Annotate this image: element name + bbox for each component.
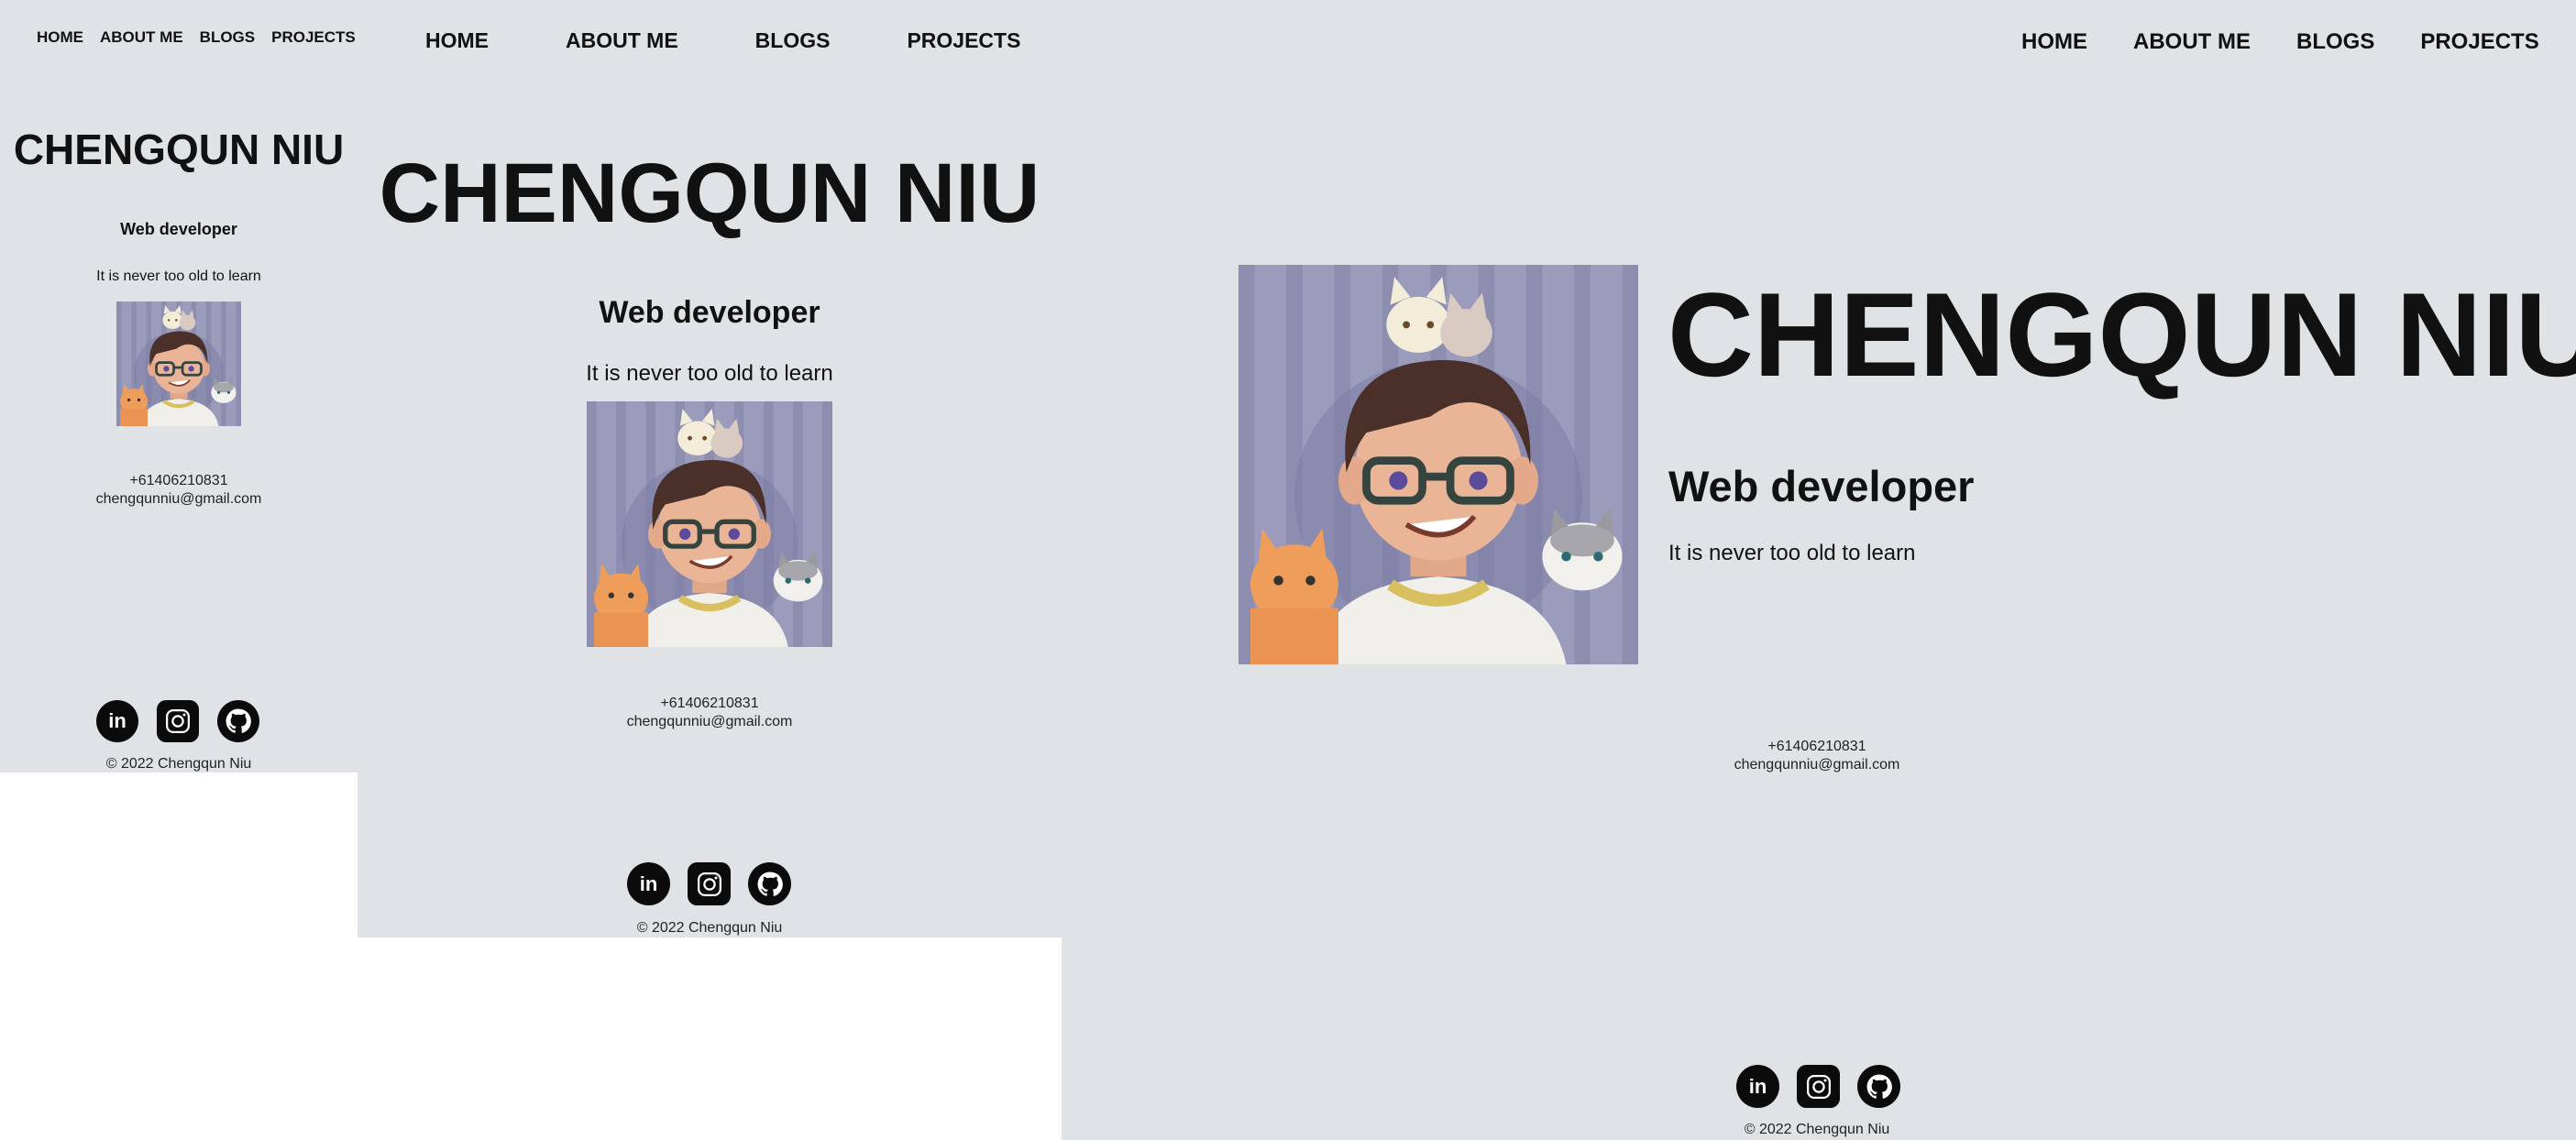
- footer-copyright: © 2022 Chengqun Niu: [105, 756, 252, 772]
- main-nav: HOME ABOUT ME BLOGS PROJECTS: [2021, 29, 2539, 55]
- email-address[interactable]: chengqunniu@gmail.com: [358, 713, 1062, 731]
- profile-name: CHENGQUN NIU: [1668, 268, 2576, 401]
- instagram-icon[interactable]: [688, 862, 731, 905]
- linkedin-icon[interactable]: in: [1736, 1065, 1779, 1108]
- linkedin-icon[interactable]: in: [627, 862, 670, 905]
- nav-blogs[interactable]: BLOGS: [200, 28, 255, 47]
- instagram-icon[interactable]: [157, 700, 199, 742]
- profile-role: Web developer: [599, 295, 820, 330]
- nav-blogs[interactable]: BLOGS: [2296, 29, 2374, 55]
- mobile-view: HOME ABOUT ME BLOGS PROJECTS CHENGQUN NI…: [0, 0, 358, 773]
- github-icon[interactable]: [748, 862, 791, 905]
- linkedin-label: in: [108, 709, 127, 732]
- main-nav: HOME ABOUT ME BLOGS PROJECTS: [37, 28, 356, 47]
- contact-info: +61406210831 chengqunniu@gmail.com: [1588, 738, 2046, 774]
- github-icon[interactable]: [1857, 1065, 1900, 1108]
- tablet-view: HOME ABOUT ME BLOGS PROJECTS CHENGQUN NI…: [358, 0, 1062, 937]
- avatar: [116, 301, 241, 426]
- email-address[interactable]: chengqunniu@gmail.com: [1588, 756, 2046, 774]
- avatar: [587, 401, 832, 647]
- contact-info: +61406210831 chengqunniu@gmail.com: [0, 472, 358, 509]
- nav-home[interactable]: HOME: [425, 28, 489, 53]
- instagram-icon[interactable]: [1797, 1065, 1840, 1108]
- nav-home[interactable]: HOME: [37, 28, 83, 47]
- linkedin-icon[interactable]: in: [96, 700, 138, 742]
- phone-number: +61406210831: [1767, 739, 1866, 754]
- contact-info: +61406210831 chengqunniu@gmail.com: [358, 695, 1062, 731]
- phone-number: +61406210831: [660, 696, 759, 711]
- nav-home[interactable]: HOME: [2021, 29, 2087, 55]
- desktop-view: HOME ABOUT ME BLOGS PROJECTS CHENGQUN NI…: [1062, 0, 2576, 1140]
- social-links: in: [627, 862, 791, 905]
- main-nav: HOME ABOUT ME BLOGS PROJECTS: [425, 28, 1020, 53]
- nav-blogs[interactable]: BLOGS: [755, 28, 831, 53]
- profile-role: Web developer: [1668, 462, 1975, 510]
- linkedin-label: in: [639, 871, 658, 895]
- profile-name: CHENGQUN NIU: [379, 147, 1040, 240]
- avatar: [1238, 265, 1638, 664]
- nav-about-me[interactable]: ABOUT ME: [566, 28, 678, 53]
- profile-name: CHENGQUN NIU: [13, 126, 345, 173]
- profile-tagline: It is never too old to learn: [1668, 541, 1916, 565]
- nav-projects[interactable]: PROJECTS: [2420, 29, 2538, 55]
- nav-about-me[interactable]: ABOUT ME: [100, 28, 183, 47]
- nav-projects[interactable]: PROJECTS: [907, 28, 1020, 53]
- linkedin-label: in: [1748, 1074, 1767, 1098]
- social-links: in: [1736, 1065, 1900, 1108]
- email-address[interactable]: chengqunniu@gmail.com: [0, 490, 358, 509]
- profile-tagline: It is never too old to learn: [586, 361, 833, 386]
- social-links: in: [96, 700, 259, 742]
- profile-role: Web developer: [120, 220, 237, 238]
- footer-copyright: © 2022 Chengqun Niu: [1744, 1122, 1890, 1137]
- phone-number: +61406210831: [129, 473, 228, 488]
- github-icon[interactable]: [217, 700, 259, 742]
- nav-about-me[interactable]: ABOUT ME: [2133, 29, 2251, 55]
- nav-projects[interactable]: PROJECTS: [271, 28, 356, 47]
- profile-tagline: It is never too old to learn: [96, 269, 261, 284]
- footer-copyright: © 2022 Chengqun Niu: [636, 920, 783, 936]
